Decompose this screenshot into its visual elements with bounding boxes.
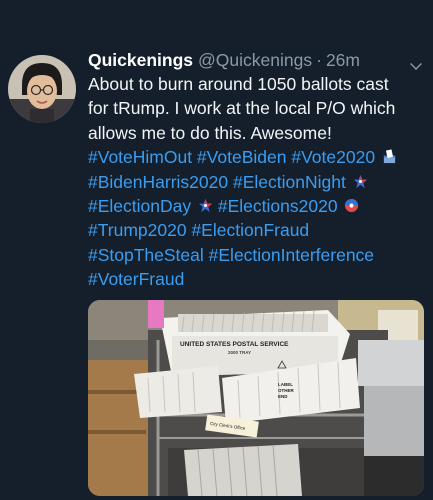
hashtag-link[interactable]: #VoterFraud xyxy=(88,269,184,289)
hashtag-link[interactable]: #Vote2020 xyxy=(291,147,375,167)
separator-dot: · xyxy=(316,50,322,70)
tray-side-label: END xyxy=(278,394,288,399)
hashtag-line: #BidenHarris2020 #ElectionNight xyxy=(88,170,426,194)
tray-side-label: LABEL xyxy=(278,382,293,387)
hashtag-line: #VoteHimOut #VoteBiden #Vote2020 xyxy=(88,145,426,169)
hashtag-link[interactable]: #ElectionNight xyxy=(233,172,346,192)
avatar[interactable] xyxy=(8,55,76,123)
user-handle[interactable]: @Quickenings xyxy=(198,48,312,72)
tray-label: UNITED STATES POSTAL SERVICE xyxy=(180,341,289,348)
display-name[interactable]: Quickenings xyxy=(88,48,193,72)
hashtag-line: #StopTheSteal #ElectionInterference xyxy=(88,243,426,267)
hashtag-link[interactable]: #StopTheSteal xyxy=(88,245,204,265)
hashtag-line: #Trump2020 #ElectionFraud xyxy=(88,218,426,242)
globe-icon xyxy=(345,198,359,213)
tray-sublabel: 2000 TRAY xyxy=(228,350,251,355)
star-icon xyxy=(198,198,213,213)
hashtag-line: #VoterFraud xyxy=(88,267,426,291)
ballot-box-icon xyxy=(383,149,396,164)
hashtag-link[interactable]: #VoteHimOut xyxy=(88,147,192,167)
star-icon xyxy=(353,174,367,188)
tweet-header: Quickenings @Quickenings · 26m xyxy=(88,48,426,72)
text-line: for tRump. I work at the local P/O which xyxy=(88,98,396,119)
tweet-body: Quickenings @Quickenings · 26m About to … xyxy=(88,48,426,292)
hashtag-link[interactable]: #Elections2020 xyxy=(218,196,338,216)
hashtag-link[interactable]: #Trump2020 xyxy=(88,220,187,240)
hashtag-link[interactable]: #ElectionDay xyxy=(88,196,191,216)
text-line: About to burn around 1050 ballots cast xyxy=(88,74,389,94)
tweet: Quickenings @Quickenings · 26m About to … xyxy=(0,0,433,500)
hashtag-link[interactable]: #ElectionFraud xyxy=(191,220,309,240)
hashtag-link[interactable]: #BidenHarris2020 xyxy=(88,172,228,192)
mail-trays-photo: UNITED STATES POSTAL SERVICE 2000 TRAY L… xyxy=(88,300,424,496)
hashtag-link[interactable]: #ElectionInterference xyxy=(209,245,374,265)
attached-photo[interactable]: UNITED STATES POSTAL SERVICE 2000 TRAY L… xyxy=(88,300,424,496)
tray-side-label: OTHER xyxy=(278,388,295,393)
hashtag-line: #ElectionDay #Elections2020 xyxy=(88,194,426,218)
text-line: allows me to do this. Awesome! xyxy=(88,122,332,143)
avatar-image xyxy=(8,55,76,123)
timestamp[interactable]: 26m xyxy=(326,48,360,72)
tweet-text: About to burn around 1050 ballots cast f… xyxy=(88,72,426,292)
hashtag-link[interactable]: #VoteBiden xyxy=(197,147,287,167)
